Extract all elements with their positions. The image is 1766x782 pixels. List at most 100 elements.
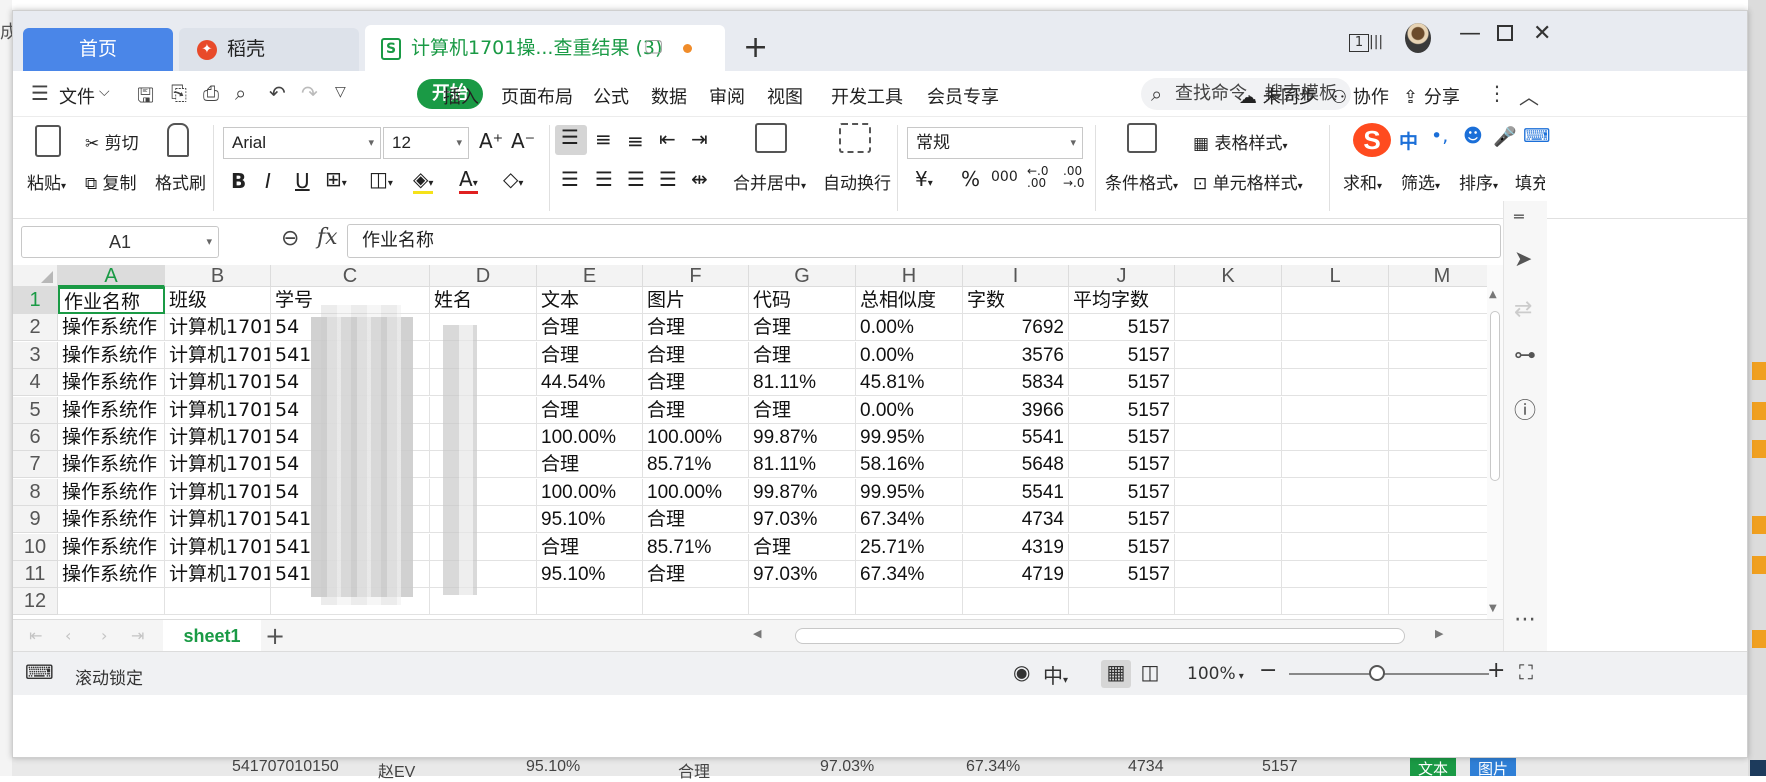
cell-j5[interactable]: 5157 xyxy=(1069,396,1175,424)
tab-home[interactable]: 首页 xyxy=(23,28,173,71)
cell-e4[interactable]: 44.54% xyxy=(537,369,643,397)
chevron-down-icon[interactable]: ⌵ xyxy=(99,84,110,100)
cell-g3[interactable]: 合理 xyxy=(749,341,856,369)
zoom-slider[interactable] xyxy=(1289,673,1489,675)
ime-keyboard-icon[interactable]: ⌨ xyxy=(1523,125,1550,147)
zoom-level[interactable]: 100% ▾ xyxy=(1187,664,1244,684)
distribute-icon[interactable]: ⇹ xyxy=(691,167,708,191)
cell-b5[interactable]: 计算机1701 xyxy=(165,396,271,424)
justify-icon[interactable]: ☰ xyxy=(659,167,677,191)
cell-i6[interactable]: 5541 xyxy=(963,424,1069,451)
column-header-d[interactable]: D xyxy=(430,265,537,287)
cell-j1[interactable]: 平均字数 xyxy=(1069,287,1175,314)
cell-fill-style-icon[interactable]: ◫▾ xyxy=(369,167,393,191)
cell-m7[interactable] xyxy=(1389,451,1487,479)
cell-a12[interactable] xyxy=(58,588,165,616)
row-header-9[interactable]: 9 xyxy=(13,506,58,534)
cell-g5[interactable]: 合理 xyxy=(749,396,856,424)
cell-a3[interactable]: 操作系统作 xyxy=(58,341,165,369)
cell-j9[interactable]: 5157 xyxy=(1069,506,1175,534)
avatar[interactable] xyxy=(1405,23,1431,53)
cell-h5[interactable]: 0.00% xyxy=(856,396,963,424)
auto-wrap-button[interactable]: 自动换行 xyxy=(823,169,891,194)
sync-status[interactable]: ☁ 未同步 xyxy=(1239,83,1317,109)
align-top-icon[interactable]: ☰ xyxy=(561,125,579,149)
monitor-icon[interactable]: 🖵 xyxy=(645,25,662,71)
menu-formula[interactable]: 公式 xyxy=(593,83,629,109)
cell-m6[interactable] xyxy=(1389,424,1487,451)
cell-j4[interactable]: 5157 xyxy=(1069,369,1175,397)
customize-icon[interactable]: ▽ xyxy=(335,84,346,100)
fullscreen-icon[interactable]: ⛶ xyxy=(1519,660,1533,684)
minimize-icon[interactable]: — xyxy=(1459,21,1481,46)
cell-m9[interactable] xyxy=(1389,506,1487,534)
page-switch-icon[interactable]: 1 ||| xyxy=(1349,27,1383,52)
cell-f7[interactable]: 85.71% xyxy=(643,451,749,479)
cell-k6[interactable] xyxy=(1175,424,1282,451)
filter-button[interactable]: 筛选▾ xyxy=(1401,169,1440,194)
cell-b3[interactable]: 计算机1701 xyxy=(165,341,271,369)
horizontal-scrollbar[interactable]: ◀ ▶ xyxy=(753,626,1451,646)
cell-l7[interactable] xyxy=(1282,451,1389,479)
more-icon[interactable]: ⋮ xyxy=(1487,81,1507,105)
cell-b4[interactable]: 计算机1701 xyxy=(165,369,271,397)
ime-status-icon[interactable]: 中▾ xyxy=(1043,660,1068,689)
cell-h6[interactable]: 99.95% xyxy=(856,424,963,451)
font-name-select[interactable]: Arial ▾ xyxy=(223,127,381,159)
cell-e7[interactable]: 合理 xyxy=(537,451,643,479)
row-header-10[interactable]: 10 xyxy=(13,533,58,561)
maximize-icon[interactable] xyxy=(1497,25,1513,41)
cell-k10[interactable] xyxy=(1175,533,1282,561)
cell-j12[interactable] xyxy=(1069,588,1175,616)
cell-i8[interactable]: 5541 xyxy=(963,478,1069,506)
add-sheet-button[interactable]: + xyxy=(265,620,285,652)
macro-icon[interactable]: ⌨ xyxy=(25,660,54,684)
cell-i5[interactable]: 3966 xyxy=(963,396,1069,424)
cell-m10[interactable] xyxy=(1389,534,1487,561)
cell-g12[interactable] xyxy=(749,588,856,616)
row-header-7[interactable]: 7 xyxy=(13,451,58,479)
cell-k4[interactable] xyxy=(1175,369,1282,397)
row-header-11[interactable]: 11 xyxy=(13,561,58,588)
cell-h1[interactable]: 总相似度 xyxy=(856,287,963,314)
row-header-5[interactable]: 5 xyxy=(13,396,58,424)
cell-e9[interactable]: 95.10% xyxy=(537,506,643,534)
cell-a6[interactable]: 操作系统作 xyxy=(58,424,165,451)
cell-b6[interactable]: 计算机1701 xyxy=(165,424,271,451)
cell-k7[interactable] xyxy=(1175,451,1282,479)
fx-icon[interactable]: fx xyxy=(317,225,338,250)
cell-a2[interactable]: 操作系统作 xyxy=(58,314,165,342)
column-header-j[interactable]: J xyxy=(1069,265,1175,287)
property-icon[interactable]: ⊶ xyxy=(1514,343,1536,368)
cell-i4[interactable]: 5834 xyxy=(963,369,1069,397)
cell-k12[interactable] xyxy=(1175,588,1282,616)
cell-l10[interactable] xyxy=(1282,533,1389,561)
menu-file[interactable]: 文件 xyxy=(59,83,95,109)
cell-m5[interactable] xyxy=(1389,397,1487,424)
row-header-4[interactable]: 4 xyxy=(13,369,58,397)
cell-k3[interactable] xyxy=(1175,341,1282,369)
increase-decimal-icon[interactable]: ←.0.00 xyxy=(1027,165,1049,189)
cell-k1[interactable] xyxy=(1175,287,1282,314)
cell-b7[interactable]: 计算机1701 xyxy=(165,451,271,479)
row-header-8[interactable]: 8 xyxy=(13,478,58,506)
percent-button[interactable]: % xyxy=(961,167,980,191)
cell-i7[interactable]: 5648 xyxy=(963,451,1069,479)
horizontal-scroll-thumb[interactable] xyxy=(795,628,1405,644)
cell-b8[interactable]: 计算机1701 xyxy=(165,478,271,506)
cell-l5[interactable] xyxy=(1282,396,1389,424)
ime-emoji-icon[interactable]: ☻ xyxy=(1463,125,1483,147)
cell-e2[interactable]: 合理 xyxy=(537,314,643,342)
increase-font-icon[interactable]: A⁺ xyxy=(479,129,503,153)
cell-e11[interactable]: 95.10% xyxy=(537,561,643,588)
conditional-format-button[interactable]: 条件格式▾ xyxy=(1105,169,1178,194)
sheet-tab-sheet1[interactable]: sheet1 xyxy=(163,620,261,652)
underline-icon[interactable]: U xyxy=(295,169,310,193)
row-header-2[interactable]: 2 xyxy=(13,314,58,342)
cell-h8[interactable]: 99.95% xyxy=(856,478,963,506)
cell-h9[interactable]: 67.34% xyxy=(856,506,963,534)
cell-g1[interactable]: 代码 xyxy=(749,287,856,314)
cell-f11[interactable]: 合理 xyxy=(643,561,749,588)
format-painter-icon[interactable] xyxy=(167,123,189,157)
align-left-icon[interactable]: ☰ xyxy=(561,167,579,191)
